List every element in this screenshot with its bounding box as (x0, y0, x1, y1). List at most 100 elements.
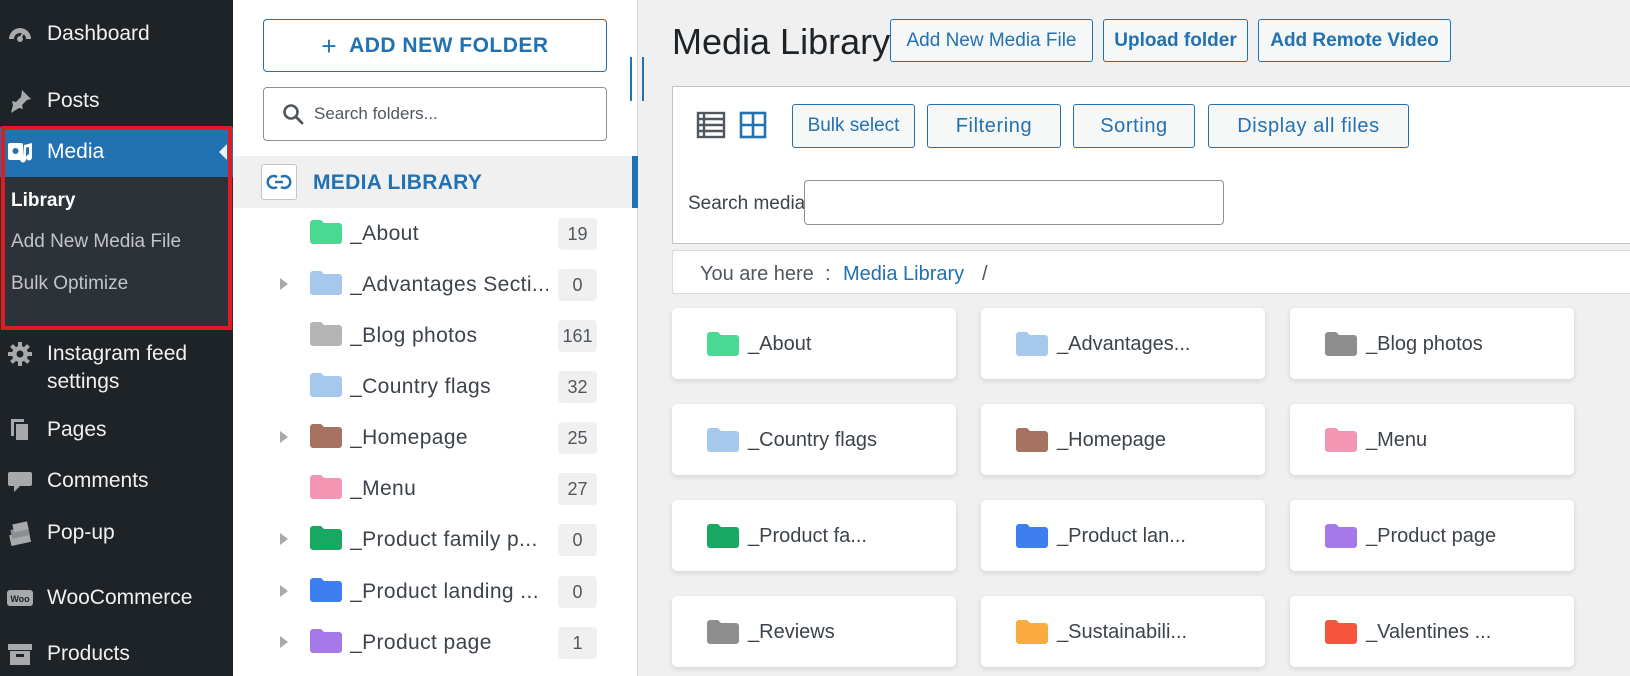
search-media-label: Search media (688, 193, 806, 214)
list-view-icon[interactable] (696, 110, 726, 145)
svg-text:Woo: Woo (10, 594, 30, 604)
menu-item-comments[interactable]: Comments (0, 467, 233, 495)
menu-item-woocommerce[interactable]: Woo WooCommerce (0, 584, 233, 612)
search-media-input[interactable] (804, 180, 1224, 225)
folder-icon (707, 332, 739, 361)
gear-icon (6, 340, 34, 368)
media-icon (6, 138, 34, 166)
folder-card-name: _Product page (1366, 525, 1497, 547)
expand-caret-icon[interactable] (280, 278, 288, 290)
bulk-select-button[interactable]: Bulk select (792, 104, 915, 148)
display-all-files-button[interactable]: Display all files (1208, 104, 1409, 148)
folder-card-name: _Advantages... (1057, 333, 1191, 355)
menu-label: Pages (47, 418, 107, 441)
folder-card-name: _Product lan... (1057, 525, 1186, 547)
submenu-add-new-media[interactable]: Add New Media File (11, 230, 181, 254)
folder-card-name: _Valentines ... (1366, 621, 1492, 643)
media-library-logo-icon (261, 164, 297, 200)
folder-card[interactable]: _Product page (1290, 500, 1574, 571)
panel-resize-handle[interactable] (630, 57, 644, 101)
folder-card[interactable]: _Blog photos (1290, 308, 1574, 379)
folder-card[interactable]: _About (672, 308, 956, 379)
menu-label-line2: settings (47, 370, 120, 393)
folder-card[interactable]: _Reviews (672, 596, 956, 667)
breadcrumb: You are here : Media Library / (672, 250, 1630, 294)
filtering-button[interactable]: Filtering (927, 104, 1061, 148)
folder-card[interactable]: _Menu (1290, 404, 1574, 475)
folder-tree-row[interactable]: _Homepage 25 (233, 416, 638, 460)
folder-card[interactable]: _Sustainabili... (981, 596, 1265, 667)
folder-card[interactable]: _Valentines ... (1290, 596, 1574, 667)
plus-icon: + (321, 30, 338, 61)
folder-card[interactable]: _Advantages... (981, 308, 1265, 379)
menu-item-instagram-feed-settings[interactable]: Instagram feed settings (0, 340, 233, 396)
add-new-media-file-button[interactable]: Add New Media File (890, 19, 1093, 62)
search-icon (282, 103, 304, 130)
folder-tree-row[interactable]: _Country flags 32 (233, 365, 638, 409)
expand-caret-icon[interactable] (280, 431, 288, 443)
page-title: Media Library (672, 21, 891, 62)
folder-icon (707, 524, 739, 553)
menu-item-media[interactable]: Media (0, 127, 233, 177)
folder-name: _Blog photos (350, 324, 478, 347)
upload-folder-button[interactable]: Upload folder (1103, 19, 1248, 62)
folder-card[interactable]: _Homepage (981, 404, 1265, 475)
sorting-button[interactable]: Sorting (1073, 104, 1195, 148)
dashboard-icon (6, 20, 34, 48)
folder-name: _Country flags (350, 375, 492, 398)
folder-card-name: _Homepage (1057, 429, 1166, 451)
products-icon (6, 640, 34, 668)
folder-card-name: _Country flags (748, 429, 877, 451)
pages-icon (6, 416, 34, 444)
woocommerce-icon: Woo (6, 584, 34, 612)
folder-name: _Menu (350, 477, 417, 500)
expand-caret-icon[interactable] (280, 636, 288, 648)
folder-count-badge: 161 (558, 320, 597, 352)
submenu-library[interactable]: Library (11, 189, 75, 213)
folder-icon (310, 424, 342, 453)
submenu-bulk-optimize[interactable]: Bulk Optimize (11, 272, 128, 296)
menu-label: Media (47, 140, 105, 163)
menu-item-products[interactable]: Products (0, 640, 233, 668)
folder-name: _Product landing ... (350, 580, 539, 603)
folder-icon (1325, 524, 1357, 553)
menu-item-pop-up[interactable]: Pop-up (0, 519, 233, 547)
folder-tree-row[interactable]: _Blog photos 161 (233, 314, 638, 358)
folder-search-box (263, 87, 607, 141)
folder-card-name: _Product fa... (748, 525, 867, 547)
add-new-folder-button[interactable]: + ADD NEW FOLDER (263, 19, 607, 72)
menu-label-line1: Instagram feed (47, 342, 188, 365)
folder-icon (1325, 332, 1357, 361)
folder-card[interactable]: _Product lan... (981, 500, 1265, 571)
add-remote-video-button[interactable]: Add Remote Video (1258, 19, 1451, 62)
grid-view-icon[interactable] (738, 110, 768, 145)
folder-search-input[interactable] (314, 98, 594, 130)
breadcrumb-media-library-link[interactable]: Media Library (843, 263, 964, 286)
folder-card[interactable]: _Country flags (672, 404, 956, 475)
breadcrumb-trail: / (982, 263, 988, 285)
folder-icon (1016, 332, 1048, 361)
folder-tree-row[interactable]: _About 19 (233, 212, 638, 256)
expand-caret-icon[interactable] (280, 585, 288, 597)
folder-icon (707, 620, 739, 649)
pin-icon (6, 87, 34, 115)
comment-icon (6, 467, 34, 495)
folder-icon (310, 271, 342, 300)
expand-caret-icon[interactable] (280, 533, 288, 545)
breadcrumb-prefix: You are here (700, 263, 814, 285)
folder-tree-row[interactable]: _Product landing ... 0 (233, 570, 638, 614)
folder-card[interactable]: _Product fa... (672, 500, 956, 571)
menu-item-posts[interactable]: Posts (0, 87, 233, 115)
folder-tree-row[interactable]: _Menu 27 (233, 467, 638, 511)
folder-card-name: _Reviews (748, 621, 835, 643)
folder-tree-row[interactable]: _Product page 1 (233, 621, 638, 665)
folder-icon (310, 373, 342, 402)
folder-tree-row[interactable]: _Advantages Secti... 0 (233, 263, 638, 307)
menu-item-pages[interactable]: Pages (0, 416, 233, 444)
folder-card-name: _Blog photos (1366, 333, 1483, 355)
folder-tree-row[interactable]: _Product family p... 0 (233, 518, 638, 562)
media-library-root[interactable]: MEDIA LIBRARY (233, 156, 638, 208)
folder-count-badge: 27 (558, 473, 597, 505)
menu-item-dashboard[interactable]: Dashboard (0, 20, 233, 48)
media-toolbar: Bulk select Filtering Sorting Display al… (672, 86, 1630, 244)
